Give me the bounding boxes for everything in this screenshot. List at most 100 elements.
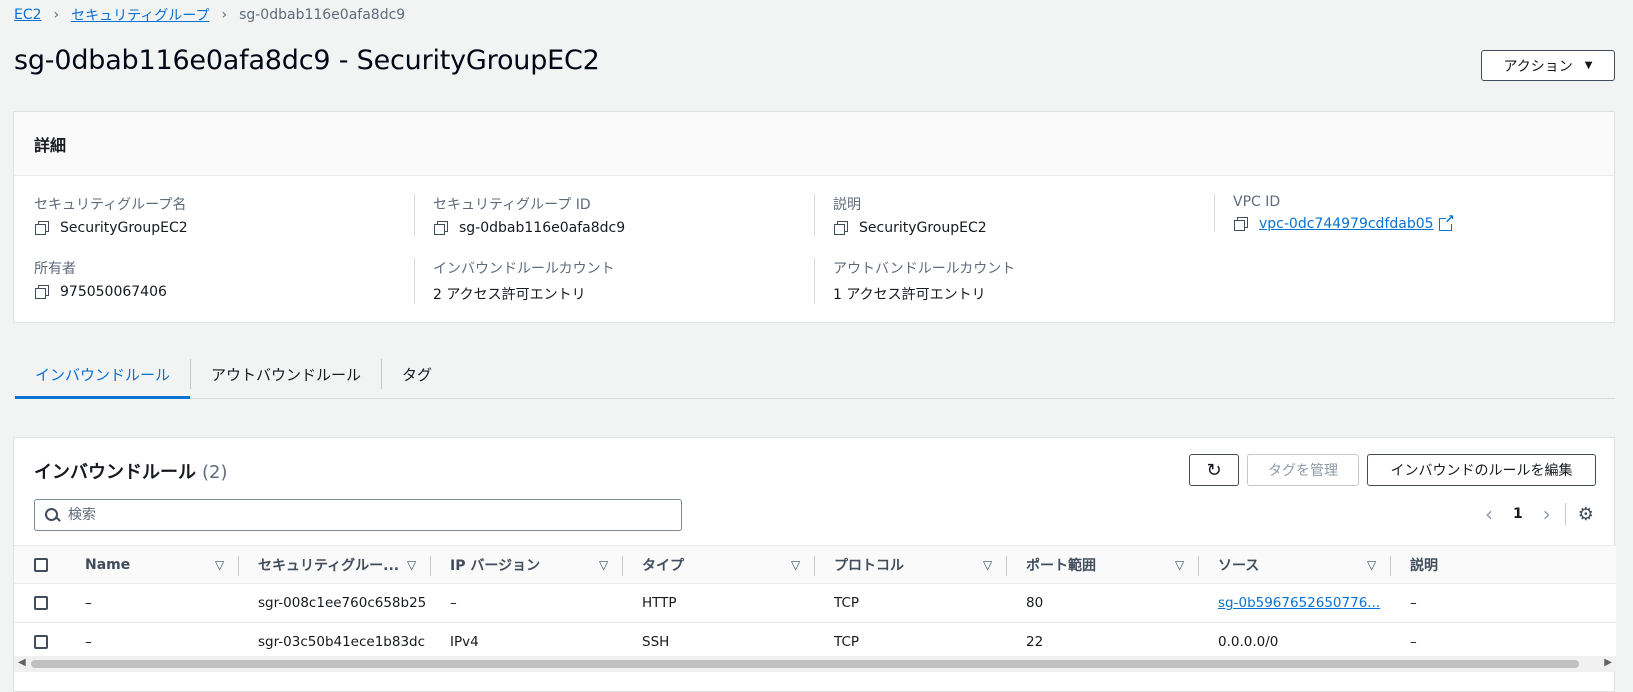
cell-type: HTTP xyxy=(642,595,677,611)
tab-inbound-rules[interactable]: インバウンドルール xyxy=(15,350,191,399)
external-link-icon xyxy=(1438,212,1455,231)
pagination: ‹ 1 › ⚙ xyxy=(1479,502,1594,526)
detail-description: 説明 SecurityGroupEC2 xyxy=(814,194,1194,236)
sort-icon[interactable]: ▽ xyxy=(791,546,800,583)
tab-outbound-rules[interactable]: アウトバウンドルール xyxy=(191,350,381,398)
details-header: 詳細 xyxy=(14,112,1614,176)
search-box xyxy=(34,499,682,531)
table-row[interactable]: – sgr-008c1ee760c658b25 – HTTP TCP 80 sg… xyxy=(14,584,1616,623)
page-title: sg-0dbab116e0afa8dc9 - SecurityGroupEC2 xyxy=(14,45,600,76)
detail-outbound-count: アウトバンドルールカウント 1 アクセス許可エントリ xyxy=(814,258,1194,304)
column-header-type[interactable]: タイプ xyxy=(642,546,782,583)
sort-icon[interactable]: ▽ xyxy=(1175,546,1184,583)
copy-icon[interactable] xyxy=(34,284,50,300)
gear-icon[interactable]: ⚙ xyxy=(1578,504,1594,525)
search-icon xyxy=(45,507,60,523)
detail-owner: 所有者 975050067406 xyxy=(34,258,414,300)
source-sg-link[interactable]: sg-0b5967652650776... xyxy=(1218,595,1380,611)
copy-icon[interactable] xyxy=(433,220,449,236)
search-input[interactable] xyxy=(68,507,668,523)
sort-icon[interactable]: ▽ xyxy=(983,546,992,583)
cell-protocol: TCP xyxy=(834,595,860,611)
breadcrumb-current: sg-0dbab116e0afa8dc9 xyxy=(239,7,406,23)
rules-count: (2) xyxy=(202,462,228,483)
detail-label: セキュリティグループ名 xyxy=(34,197,187,213)
detail-value: SecurityGroupEC2 xyxy=(60,220,188,236)
refresh-icon: ↻ xyxy=(1206,459,1222,481)
cell-source: sg-0b5967652650776... xyxy=(1218,584,1388,622)
detail-label: 所有者 xyxy=(34,261,76,277)
column-divider[interactable] xyxy=(1390,556,1391,576)
detail-value: 975050067406 xyxy=(60,284,167,300)
column-divider[interactable] xyxy=(430,556,431,576)
row-checkbox[interactable] xyxy=(34,635,48,649)
chevron-right-icon: › xyxy=(53,7,60,23)
caret-down-icon: ▼ xyxy=(1584,60,1593,71)
column-divider[interactable] xyxy=(238,556,239,576)
chevron-left-icon[interactable]: ‹ xyxy=(1479,502,1499,526)
chevron-right-icon: › xyxy=(221,7,228,23)
detail-sg-name: セキュリティグループ名 SecurityGroupEC2 xyxy=(34,194,414,236)
detail-value: sg-0dbab116e0afa8dc9 xyxy=(459,220,626,236)
column-header-rule-id[interactable]: セキュリティグルー... xyxy=(258,546,398,583)
cell-rule-id: sgr-008c1ee760c658b25 xyxy=(258,595,427,611)
copy-icon[interactable] xyxy=(833,220,849,236)
copy-icon[interactable] xyxy=(1233,216,1249,232)
inbound-rules-panel: インバウンドルール (2) ↻ タグを管理 インバウンドのルールを編集 ‹ 1 ›… xyxy=(13,437,1616,692)
tab-bar: インバウンドルール アウトバウンドルール タグ xyxy=(15,350,1615,399)
detail-label: VPC ID xyxy=(1233,194,1281,210)
select-all-checkbox[interactable] xyxy=(34,558,48,572)
sort-icon[interactable]: ▽ xyxy=(1367,546,1376,583)
detail-value-row: vpc-0dc744979cdfdab05 xyxy=(1233,212,1594,232)
scrollbar-thumb[interactable] xyxy=(31,660,1579,668)
horizontal-scrollbar[interactable]: ◀ ▶ xyxy=(14,656,1616,672)
detail-vpc-id: VPC ID vpc-0dc744979cdfdab05 xyxy=(1214,194,1594,232)
detail-label: セキュリティグループ ID xyxy=(433,197,591,213)
detail-sg-id: セキュリティグループ ID sg-0dbab116e0afa8dc9 xyxy=(414,194,794,236)
scroll-left-icon[interactable]: ◀ xyxy=(18,657,26,668)
cell-name: – xyxy=(85,595,92,611)
detail-value-row: SecurityGroupEC2 xyxy=(34,220,414,236)
detail-value-row: SecurityGroupEC2 xyxy=(833,220,1194,236)
breadcrumb-ec2-link[interactable]: EC2 xyxy=(14,7,42,23)
column-header-ip-version[interactable]: IP バージョン xyxy=(450,546,590,583)
detail-label: 説明 xyxy=(833,197,861,213)
cell-description: – xyxy=(1410,595,1417,611)
column-header-name[interactable]: Name xyxy=(85,546,205,583)
cell-ip-version: – xyxy=(450,595,457,611)
sort-icon[interactable]: ▽ xyxy=(407,546,416,583)
sort-icon[interactable]: ▽ xyxy=(215,546,224,583)
detail-value-row: sg-0dbab116e0afa8dc9 xyxy=(433,220,794,236)
column-divider[interactable] xyxy=(1006,556,1007,576)
breadcrumb-security-groups-link[interactable]: セキュリティグループ xyxy=(71,5,209,25)
detail-label: インバウンドルールカウント xyxy=(433,261,615,277)
column-divider[interactable] xyxy=(814,556,815,576)
edit-inbound-rules-button[interactable]: インバウンドのルールを編集 xyxy=(1367,454,1596,486)
rules-title: インバウンドルール (2) xyxy=(34,458,228,484)
column-header-source[interactable]: ソース xyxy=(1218,546,1358,583)
rules-title-text: インバウンドルール xyxy=(34,462,196,483)
column-divider[interactable] xyxy=(1198,556,1199,576)
breadcrumb: EC2 › セキュリティグループ › sg-0dbab116e0afa8dc9 xyxy=(14,6,405,24)
column-header-port-range[interactable]: ポート範囲 xyxy=(1026,546,1166,583)
refresh-button[interactable]: ↻ xyxy=(1189,454,1239,486)
column-header-protocol[interactable]: プロトコル xyxy=(834,546,974,583)
actions-button[interactable]: アクション ▼ xyxy=(1481,50,1615,81)
tab-tags[interactable]: タグ xyxy=(382,350,452,398)
copy-icon[interactable] xyxy=(34,220,50,236)
details-panel: 詳細 セキュリティグループ名 SecurityGroupEC2 セキュリティグル… xyxy=(13,111,1615,323)
detail-label: アウトバンドルールカウント xyxy=(833,261,1016,277)
chevron-right-icon[interactable]: › xyxy=(1537,502,1557,526)
page-number[interactable]: 1 xyxy=(1513,506,1523,522)
vpc-id-link[interactable]: vpc-0dc744979cdfdab05 xyxy=(1259,216,1434,232)
scroll-right-icon[interactable]: ▶ xyxy=(1604,657,1612,668)
column-header-description[interactable]: 説明 xyxy=(1410,546,1550,583)
detail-value-row: 975050067406 xyxy=(34,284,414,300)
column-divider[interactable] xyxy=(622,556,623,576)
detail-value: 1 アクセス許可エントリ xyxy=(833,287,986,303)
manage-tags-button[interactable]: タグを管理 xyxy=(1247,454,1359,486)
pager-divider xyxy=(1564,503,1566,525)
detail-inbound-count: インバウンドルールカウント 2 アクセス許可エントリ xyxy=(414,258,794,304)
sort-icon[interactable]: ▽ xyxy=(599,546,608,583)
row-checkbox[interactable] xyxy=(34,596,48,610)
